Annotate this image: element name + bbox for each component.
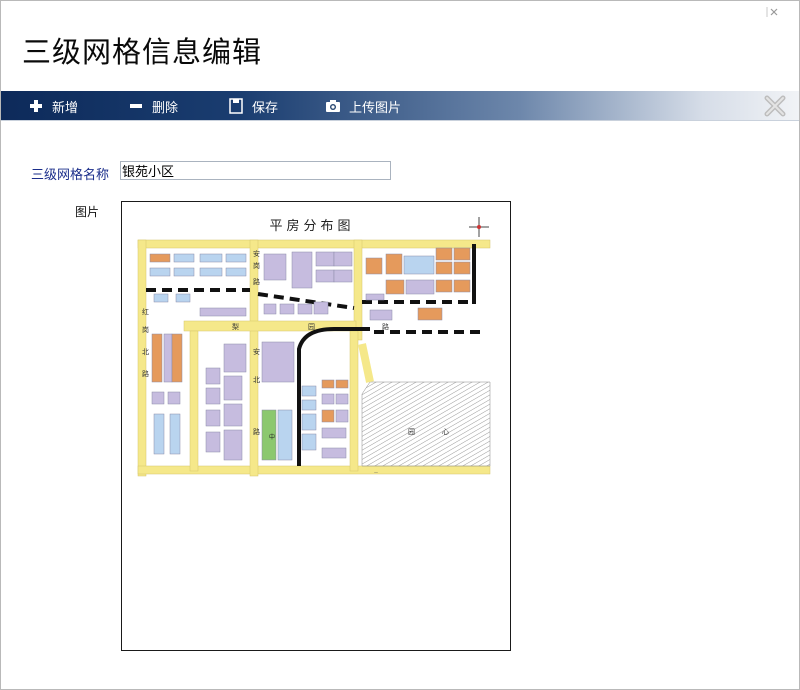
svg-text:安: 安 [253, 249, 260, 258]
svg-text:心: 心 [442, 428, 449, 436]
image-preview[interactable]: 平房分布图 红 岗 北 路 安 岗 路 梨 园 路 安 北 路 中 园 心 — [121, 201, 511, 651]
minus-icon [128, 98, 144, 114]
svg-text:路: 路 [382, 322, 389, 331]
toolbar-close-icon[interactable] [763, 94, 787, 118]
image-label: 图片 [75, 205, 100, 219]
dialog-title: 三级网格信息编辑 [22, 35, 263, 69]
district-map-image: 平房分布图 红 岗 北 路 安 岗 路 梨 园 路 安 北 路 中 园 心 — [124, 204, 510, 493]
camera-icon [325, 98, 341, 114]
delete-button[interactable]: 删除 [128, 91, 178, 121]
add-label: 新增 [52, 100, 79, 116]
map-title: 平房分布图 [269, 218, 354, 234]
save-label: 保存 [252, 100, 279, 116]
grid-name-label: 三级网格名称 [31, 168, 110, 183]
svg-text:路: 路 [253, 277, 260, 286]
svg-text:—: — [374, 470, 378, 475]
svg-text:北: 北 [253, 376, 260, 384]
save-button[interactable]: 保存 [228, 91, 278, 121]
grid-name-input[interactable] [120, 161, 391, 180]
svg-text:岗: 岗 [253, 262, 260, 270]
plus-icon [28, 98, 44, 114]
svg-text:园: 园 [308, 323, 315, 331]
window-close-icon[interactable] [765, 5, 785, 19]
svg-text:梨: 梨 [232, 322, 239, 331]
svg-text:中: 中 [269, 433, 275, 441]
svg-text:路: 路 [142, 369, 149, 378]
add-button[interactable]: 新增 [28, 91, 78, 121]
svg-text:北: 北 [142, 348, 149, 356]
svg-text:安: 安 [253, 347, 260, 356]
upload-image-button[interactable]: 上传图片 [325, 91, 401, 121]
svg-text:园: 园 [408, 428, 415, 436]
upload-label: 上传图片 [349, 100, 402, 116]
save-icon [228, 98, 244, 114]
dialog-window: 三级网格信息编辑 新增 删除 保存 上传图片 三级网格名称 银苑小区 图片 平房… [0, 0, 800, 690]
svg-text:路: 路 [253, 427, 260, 436]
svg-text:红: 红 [142, 307, 149, 316]
delete-label: 删除 [152, 100, 179, 116]
svg-text:岗: 岗 [142, 326, 149, 334]
toolbar: 新增 删除 保存 上传图片 [1, 91, 799, 121]
